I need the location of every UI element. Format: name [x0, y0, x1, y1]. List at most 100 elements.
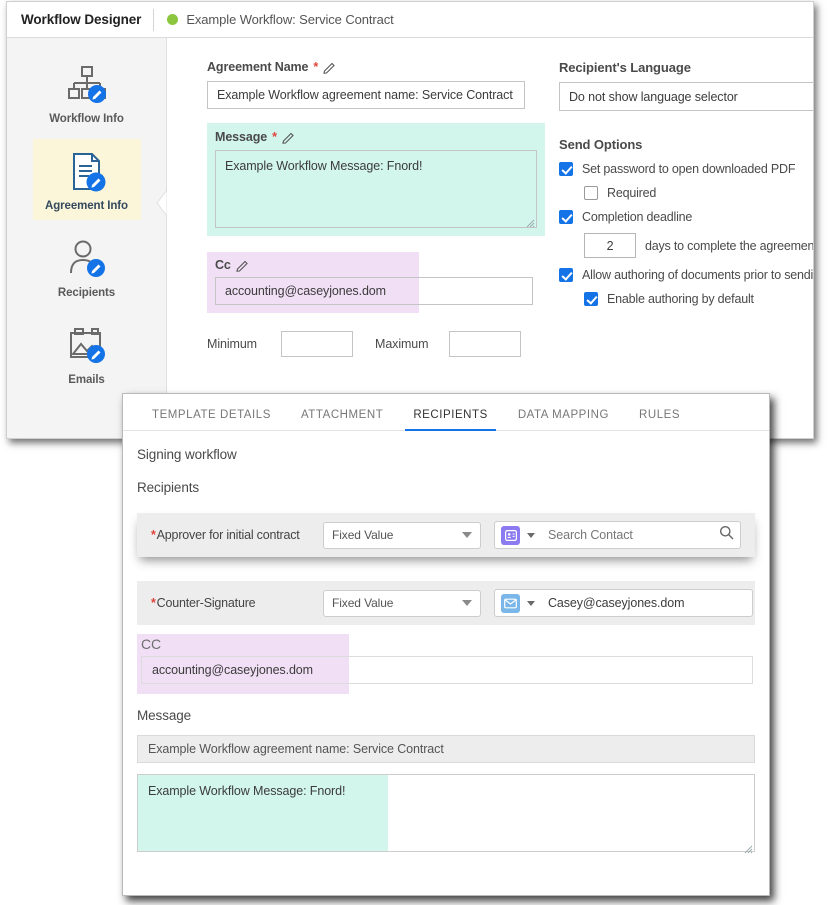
id-badge-icon[interactable] [501, 525, 520, 545]
recipient-value-type-select-counter-signature[interactable]: Fixed Value [323, 589, 481, 617]
recipients-heading: Recipients [137, 480, 200, 495]
resize-grip-icon[interactable] [744, 841, 753, 854]
recipient-name-text: Approver for initial contract [156, 528, 300, 542]
tab-label: ATTACHMENT [300, 409, 384, 421]
checkbox-row-required[interactable]: Required [584, 186, 813, 200]
tab-recipients[interactable]: RECIPIENTS [398, 409, 503, 431]
checkbox-required[interactable] [584, 186, 598, 200]
person-edit-icon [33, 236, 141, 282]
message-value: Example Workflow Message: Fnord! [225, 159, 423, 173]
sidebar-label: Emails [68, 374, 105, 386]
tab-label: RECIPIENTS [413, 409, 488, 421]
edit-pencil-icon[interactable] [323, 61, 336, 74]
message-label: Message * [215, 130, 537, 144]
checkbox-enable-authoring-default[interactable] [584, 292, 598, 306]
checkbox-row-completion-deadline[interactable]: Completion deadline [559, 210, 813, 224]
maximum-input[interactable] [449, 331, 521, 357]
days-input[interactable]: 2 [584, 233, 636, 258]
recipient-contact-field-approver[interactable]: Search Contact [494, 521, 741, 549]
checkbox-label: Completion deadline [582, 210, 693, 224]
checkbox-allow-authoring[interactable] [559, 268, 573, 282]
recipient-name-text: Counter-Signature [156, 596, 256, 610]
template-details-overlay-panel: TEMPLATE DETAILS ATTACHMENT RECIPIENTS D… [122, 393, 770, 896]
sidebar-label: Agreement Info [45, 200, 128, 212]
checkbox-label: Required [607, 186, 657, 200]
agreement-name-input[interactable]: Example Workflow agreement name: Service… [207, 81, 525, 109]
days-to-complete-row: 2 days to complete the agreement [584, 233, 814, 258]
minimum-input[interactable] [281, 331, 353, 357]
recipient-name-approver: *Approver for initial contract [151, 528, 323, 542]
recipient-row-approver: *Approver for initial contract Fixed Val… [137, 513, 755, 557]
message-textarea[interactable]: Example Workflow Message: Fnord! [215, 150, 537, 228]
checkbox-set-password[interactable] [559, 162, 573, 176]
contact-search-input-approver[interactable]: Search Contact [535, 528, 719, 542]
recipient-row-counter-signature: *Counter-Signature Fixed Value Casey@cas… [137, 581, 755, 625]
tab-template-details[interactable]: TEMPLATE DETAILS [137, 409, 286, 430]
chevron-down-icon [462, 532, 472, 538]
designer-header: Workflow Designer Example Workflow: Serv… [7, 2, 813, 38]
resize-grip-icon[interactable] [526, 217, 535, 228]
form-left-column: Agreement Name * Example Workflow agreeme… [207, 60, 545, 438]
overlay-cc-section: CC accounting@caseyjones.dom [137, 634, 755, 694]
envelope-icon[interactable] [501, 593, 520, 613]
overlay-tabbar: TEMPLATE DETAILS ATTACHMENT RECIPIENTS D… [123, 394, 769, 431]
sidebar-item-workflow-info[interactable]: Workflow Info [33, 52, 141, 133]
agreement-name-value: Example Workflow agreement name: Service… [217, 88, 513, 102]
send-options-group: Send Options Set password to open downlo… [559, 137, 814, 306]
recipient-language-select[interactable]: Do not show language selector [559, 82, 813, 111]
designer-sidebar: Workflow Info Agreement Info Recipients … [7, 38, 167, 438]
cc-input[interactable]: accounting@caseyjones.dom [215, 277, 533, 305]
cc-input-wrap: accounting@caseyjones.dom [215, 277, 533, 305]
cc-label: Cc [215, 258, 411, 272]
sidebar-item-recipients[interactable]: Recipients [33, 226, 141, 307]
tab-label: TEMPLATE DETAILS [152, 409, 271, 421]
search-icon[interactable] [719, 525, 734, 545]
days-suffix-label: days to complete the agreement [645, 238, 814, 253]
overlay-message-value: Example Workflow Message: Fnord! [148, 784, 346, 798]
form-right-column: Recipient's Language Do not show languag… [559, 60, 814, 438]
tab-attachment[interactable]: ATTACHMENT [286, 409, 398, 430]
chevron-down-icon [462, 600, 472, 606]
send-options-title: Send Options [559, 137, 643, 152]
required-asterisk: * [272, 130, 277, 144]
overlay-cc-label: CC [141, 636, 162, 652]
sidebar-item-agreement-info[interactable]: Agreement Info [32, 139, 141, 220]
tab-rules[interactable]: RULES [624, 409, 695, 430]
signing-workflow-heading: Signing workflow [137, 447, 237, 462]
select-value: Fixed Value [332, 596, 394, 610]
required-asterisk: * [313, 60, 319, 74]
select-value: Fixed Value [332, 528, 394, 542]
status-indicator-dot [167, 14, 179, 25]
checkbox-completion-deadline[interactable] [559, 210, 573, 224]
message-label-text: Message [215, 130, 268, 144]
overlay-message-heading: Message [137, 708, 192, 723]
document-edit-icon [33, 149, 141, 195]
checkbox-row-set-password[interactable]: Set password to open downloaded PDF [559, 162, 813, 176]
maximum-label: Maximum [375, 337, 429, 351]
contact-value-counter-signature[interactable]: Casey@caseyjones.dom [535, 596, 685, 610]
agreement-name-label-text: Agreement Name [207, 60, 309, 74]
cc-value: accounting@caseyjones.dom [225, 284, 386, 298]
required-asterisk: * [151, 596, 156, 610]
recipient-value-type-select-approver[interactable]: Fixed Value [323, 521, 481, 549]
sidebar-item-emails[interactable]: Emails [33, 313, 141, 394]
recipient-contact-field-counter-signature[interactable]: Casey@caseyjones.dom [494, 589, 754, 617]
chevron-down-icon[interactable] [527, 600, 535, 606]
workflow-tree-edit-icon [33, 62, 141, 108]
workflow-name-label: Example Workflow: Service Contract [186, 12, 394, 27]
overlay-message-textarea[interactable]: Example Workflow Message: Fnord! [137, 774, 755, 854]
image-mail-edit-icon [33, 323, 141, 369]
recipient-language-value: Do not show language selector [569, 89, 738, 104]
overlay-subject-input[interactable]: Example Workflow agreement name: Service… [137, 735, 755, 763]
edit-pencil-icon[interactable] [236, 259, 249, 272]
checkbox-row-enable-authoring-default[interactable]: Enable authoring by default [584, 292, 813, 306]
checkbox-row-allow-authoring[interactable]: Allow authoring of documents prior to se… [559, 268, 813, 282]
tab-data-mapping[interactable]: DATA MAPPING [503, 409, 624, 430]
edit-pencil-icon[interactable] [282, 131, 295, 144]
chevron-down-icon[interactable] [527, 532, 535, 538]
overlay-cc-value: accounting@caseyjones.dom [152, 663, 313, 677]
overlay-cc-input[interactable]: accounting@caseyjones.dom [141, 656, 753, 684]
contact-extra-field[interactable] [684, 590, 747, 616]
cc-highlight-block: Cc accounting@caseyjones.dom [207, 252, 533, 313]
agreement-name-label: Agreement Name * [207, 60, 537, 74]
